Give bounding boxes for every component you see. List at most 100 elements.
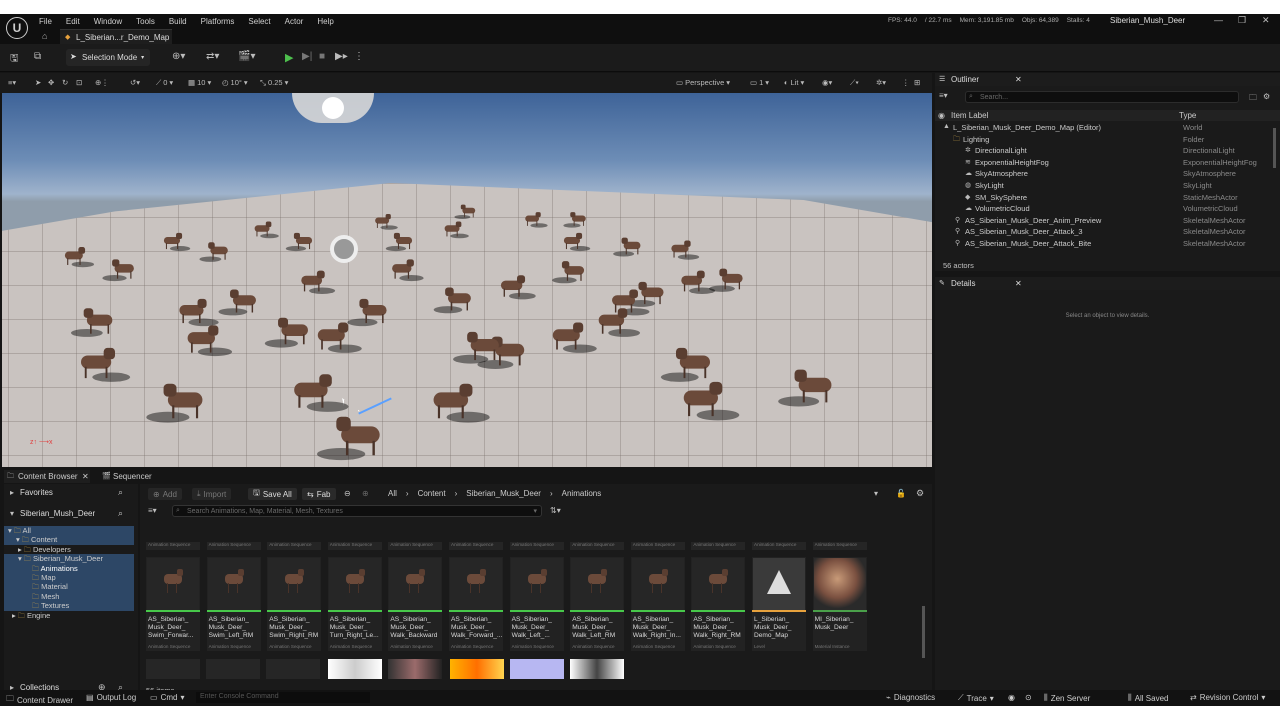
deer-actor[interactable]: [264, 317, 312, 348]
realtime-icon[interactable]: ⟋▾: [850, 76, 859, 89]
deer-actor[interactable]: [679, 270, 716, 294]
menu-actor[interactable]: Actor: [285, 17, 304, 26]
outliner-tab[interactable]: ☰ Outliner ✕: [935, 73, 1280, 86]
add-folder-icon[interactable]: 🗀: [1249, 92, 1257, 106]
menu-edit[interactable]: Edit: [66, 17, 80, 26]
deer-actor[interactable]: [552, 261, 586, 284]
snapshot-icon[interactable]: ⊙: [1025, 693, 1032, 702]
tree-mesh[interactable]: 🗀 Mesh: [4, 591, 134, 602]
zen-server-button[interactable]: ⫼ Zen Server: [1044, 693, 1090, 703]
deer-actor[interactable]: [709, 268, 745, 292]
project-root-section[interactable]: ▾ Siberian_Mush_Deer ⌕: [4, 508, 134, 520]
tree-siberian-musk-deer[interactable]: ▾ 🗀 Siberian_Musk_Deer: [4, 554, 134, 564]
outliner-row[interactable]: ▲ L_Siberian_Musk_Deer_Demo_Map (Editor) W…: [935, 122, 1272, 134]
deer-actor[interactable]: [285, 232, 314, 252]
deer-actor[interactable]: [524, 212, 548, 228]
filter-icon[interactable]: ≡▾: [939, 91, 948, 100]
texture-thumb[interactable]: [328, 659, 382, 679]
tree-textures[interactable]: 🗀 Textures: [4, 601, 134, 611]
deer-actor[interactable]: [102, 259, 137, 282]
deer-actor[interactable]: [253, 221, 279, 239]
selection-mode-dropdown[interactable]: ➤ Selection Mode ▾: [66, 49, 150, 66]
deer-actor[interactable]: [390, 259, 424, 282]
viewport-menu-icon[interactable]: ≡▾: [8, 76, 16, 89]
favorites-section[interactable]: ▸ Favorites ⌕: [4, 487, 134, 499]
deer-actor[interactable]: [453, 331, 503, 364]
menu-build[interactable]: Build: [169, 17, 187, 26]
search-icon[interactable]: ⌕: [118, 508, 123, 519]
menu-window[interactable]: Window: [94, 17, 122, 26]
asset-tile[interactable]: AS_Siberian_ Musk_Deer_ Walk_Left_... Ani…: [509, 557, 564, 651]
deer-actor[interactable]: [77, 347, 131, 382]
texture-thumb[interactable]: [388, 659, 442, 679]
sort-icon[interactable]: ⇅▾: [550, 506, 561, 515]
deer-actor[interactable]: [562, 232, 591, 252]
asset-tile[interactable]: AS_Siberian_ Musk_Deer_ Walk_Backward Ani…: [388, 557, 443, 651]
surface-snap-icon[interactable]: ↺▾: [130, 76, 140, 89]
stop-icon[interactable]: ■: [319, 51, 325, 62]
visibility-eye-icon[interactable]: ◉: [938, 111, 945, 120]
outliner-row[interactable]: ⚲ AS_Siberian_Musk_Deer_Attack_Bite Skelet…: [935, 238, 1272, 250]
blueprint-icon[interactable]: ⇄▾: [206, 51, 219, 62]
import-button[interactable]: ⤓ Import: [192, 488, 232, 500]
asset-tile[interactable]: AS_Siberian_ Musk_Deer_ Walk_Forward_...…: [449, 557, 503, 651]
deer-actor[interactable]: [429, 383, 490, 423]
minimize-icon[interactable]: —: [1214, 15, 1223, 25]
menu-platforms[interactable]: Platforms: [201, 17, 235, 26]
menu-tools[interactable]: Tools: [136, 17, 155, 26]
deer-actor[interactable]: [146, 383, 207, 423]
cmd-dropdown[interactable]: ▭ Cmd ▾: [150, 693, 184, 702]
diagnostics-button[interactable]: ⌁ Diagnostics: [886, 693, 935, 702]
save-icon[interactable]: 🖫: [10, 51, 19, 68]
step-icon[interactable]: ▶|: [302, 51, 312, 62]
lit-dropdown[interactable]: ◐ Lit ▾: [784, 76, 804, 89]
viewport-more-icon[interactable]: ⋮: [902, 76, 910, 89]
deer-actor[interactable]: [385, 232, 414, 252]
path-dropdown-icon[interactable]: ▾: [874, 489, 878, 498]
tree-engine[interactable]: ▸ 🗀 Engine: [4, 611, 50, 620]
grid-snap-dropdown[interactable]: ▦ 10 ▾: [188, 76, 211, 89]
details-tab[interactable]: ✎ Details ✕: [935, 277, 1280, 290]
asset-tile[interactable]: AS_Siberian_ Musk_Deer_ Walk_Left_RM Anim…: [570, 557, 625, 651]
tree-developers[interactable]: ▸ 🗀 Developers: [4, 545, 71, 554]
deer-actor[interactable]: [549, 322, 597, 353]
crumb-animations[interactable]: Animations: [562, 489, 602, 498]
asset-tile[interactable]: MI_Siberian_ Musk_Deer Material Instance: [812, 557, 867, 651]
deer-actor[interactable]: [563, 212, 588, 228]
rotate-tool-icon[interactable]: ↻: [62, 76, 68, 89]
outliner-row[interactable]: ◆ SM_SkySphere StaticMeshActor: [935, 192, 1272, 204]
asset-thumb[interactable]: [206, 659, 260, 679]
rotation-snap-dropdown[interactable]: ⟋ 0 ▾: [156, 76, 173, 89]
deer-actor[interactable]: [498, 275, 536, 300]
world-local-icon[interactable]: ⊕⋮: [95, 76, 109, 89]
close-tab-icon[interactable]: ✕: [1015, 75, 1022, 84]
tree-all[interactable]: ▾ 🗀 All: [4, 526, 134, 536]
crumb-all[interactable]: All: [388, 489, 397, 498]
add-button[interactable]: ⊕ Add: [148, 488, 182, 500]
more-icon[interactable]: ⋮: [354, 51, 364, 62]
move-tool-icon[interactable]: ✥: [48, 76, 54, 89]
cb-settings-icon[interactable]: ⚙: [916, 488, 924, 499]
asset-tile[interactable]: AS_Siberian_ Musk_Deer_ Swim_Forwar... An…: [146, 557, 200, 651]
all-saved-button[interactable]: ⫼ All Saved: [1128, 693, 1168, 703]
close-icon[interactable]: ✕: [1262, 15, 1270, 26]
menu-select[interactable]: Select: [248, 17, 270, 26]
content-browser-tab[interactable]: 🗀 Content Browser ✕: [4, 470, 90, 483]
tree-animations[interactable]: 🗀 Animations: [4, 563, 134, 573]
fab-button[interactable]: ⇆ Fab: [302, 488, 336, 500]
asset-thumb[interactable]: [266, 659, 320, 679]
deer-actor[interactable]: [317, 416, 384, 461]
deer-actor[interactable]: [454, 204, 477, 219]
menu-file[interactable]: File: [39, 17, 52, 26]
view-count-dropdown[interactable]: ▭ 1 ▾: [750, 76, 769, 89]
outliner-row[interactable]: ☁ VolumetricCloud VolumetricCloud: [935, 203, 1272, 215]
cinematics-icon[interactable]: 🎬▾: [238, 51, 255, 62]
outliner-row[interactable]: 🗀 Lighting Folder: [935, 134, 1272, 146]
col-type[interactable]: Type: [1179, 111, 1196, 120]
asset-tile[interactable]: AS_Siberian_ Musk_Deer_ Swim_Left_RM Anim…: [206, 557, 261, 651]
deer-actor[interactable]: [184, 325, 233, 357]
content-drawer-button[interactable]: 🗀 Content Drawer: [6, 693, 73, 706]
deer-actor[interactable]: [290, 374, 349, 412]
history-back-icon[interactable]: ⊖: [344, 489, 351, 498]
asset-thumb[interactable]: [146, 659, 200, 679]
